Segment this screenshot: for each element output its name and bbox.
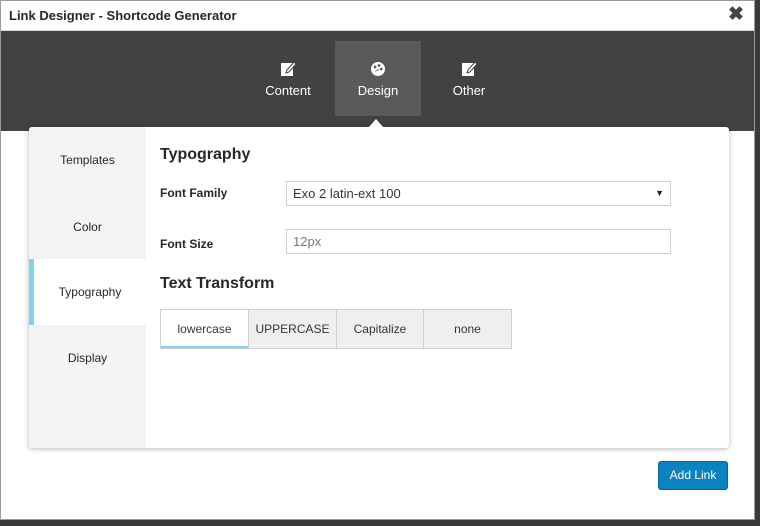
transform-uppercase-button[interactable]: UPPERCASE: [249, 310, 337, 348]
transform-lowercase-button[interactable]: lowercase: [161, 310, 249, 348]
active-tab-pointer: [368, 119, 384, 128]
sidebar-item-typography[interactable]: Typography: [29, 259, 146, 325]
typography-settings: Typography Font Family Exo 2 latin-ext 1…: [160, 127, 729, 448]
font-family-label: Font Family: [160, 186, 228, 200]
tab-design-label: Design: [357, 83, 399, 98]
tab-content[interactable]: Content: [245, 41, 331, 116]
tab-content-label: Content: [265, 83, 311, 98]
sidebar-item-color[interactable]: Color: [29, 194, 146, 260]
title-bar: Link Designer - Shortcode Generator ✖: [1, 1, 754, 31]
design-sidebar: Templates Color Typography Display: [29, 127, 146, 448]
edit-icon: [462, 61, 477, 76]
tab-design[interactable]: Design: [335, 41, 421, 116]
transform-capitalize-button[interactable]: Capitalize: [337, 310, 424, 348]
font-size-input[interactable]: [286, 229, 671, 254]
shortcode-generator-dialog: Link Designer - Shortcode Generator ✖ Co…: [0, 0, 755, 520]
sidebar-item-templates[interactable]: Templates: [29, 127, 146, 193]
font-family-select[interactable]: Exo 2 latin-ext 100 ▼: [286, 181, 671, 206]
font-size-label: Font Size: [160, 237, 214, 251]
tab-other-label: Other: [452, 83, 486, 98]
edit-icon: [281, 61, 296, 76]
close-icon[interactable]: ✖: [724, 3, 748, 27]
text-transform-group: lowercase UPPERCASE Capitalize none: [160, 309, 512, 349]
main-tab-bar: Content Design Other: [1, 31, 754, 131]
tab-other[interactable]: Other: [426, 41, 512, 116]
text-transform-heading: Text Transform: [160, 275, 275, 292]
dialog-title: Link Designer - Shortcode Generator: [9, 8, 237, 23]
dropdown-arrow-icon: ▼: [655, 188, 664, 198]
transform-none-button[interactable]: none: [424, 310, 511, 348]
typography-heading: Typography: [160, 146, 251, 163]
palette-icon: [371, 62, 385, 76]
design-panel: Templates Color Typography Display Typog…: [29, 127, 729, 448]
add-link-button[interactable]: Add Link: [658, 461, 728, 490]
font-family-value: Exo 2 latin-ext 100: [293, 186, 401, 201]
sidebar-item-display[interactable]: Display: [29, 325, 146, 391]
